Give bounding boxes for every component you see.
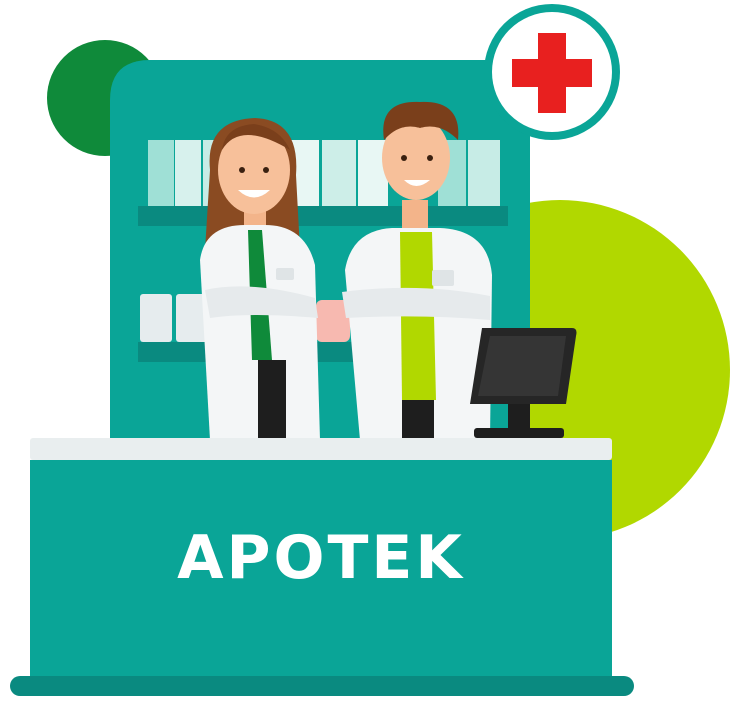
- counter-base: [10, 676, 634, 696]
- pharmacy-illustration: APOTEK: [0, 0, 730, 706]
- apotek-sign: APOTEK: [177, 523, 465, 593]
- counter-top: [30, 438, 612, 460]
- pharmacy-scene-svg: [10, 4, 730, 696]
- upper-shelf-board: [138, 206, 508, 226]
- medical-cross-icon: [484, 4, 620, 140]
